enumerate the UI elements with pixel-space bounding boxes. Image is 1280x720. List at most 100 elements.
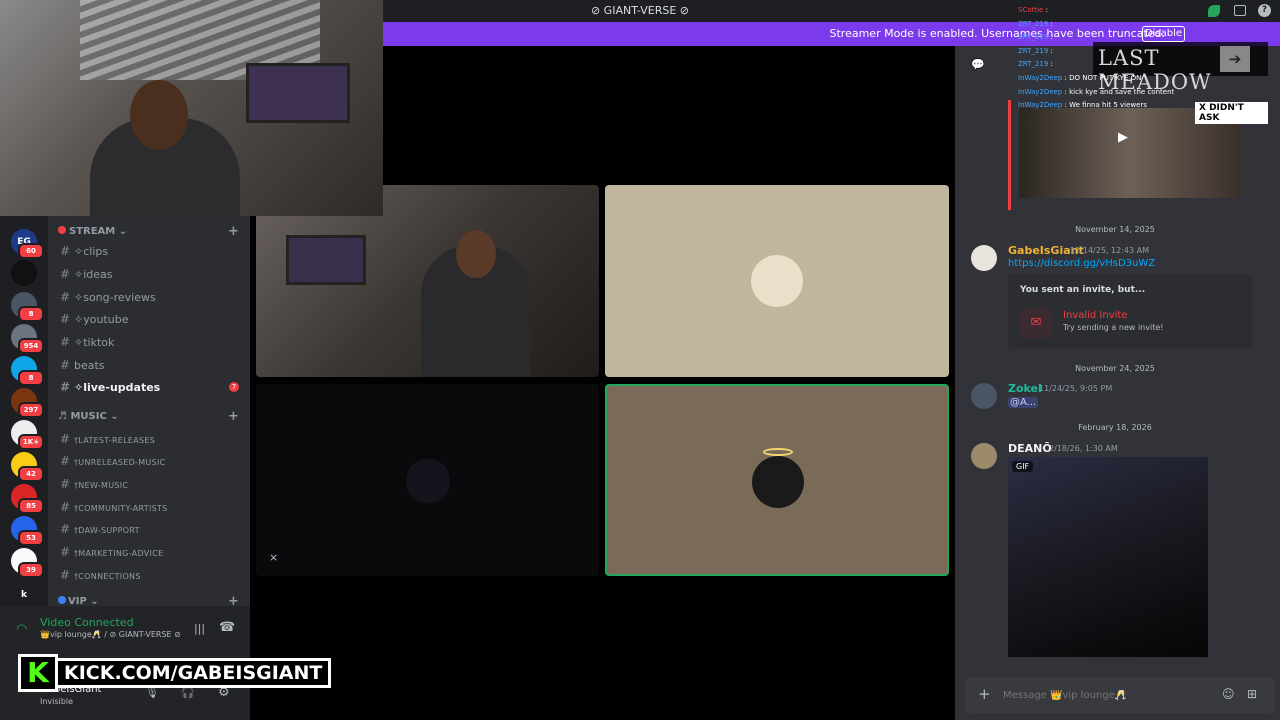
date-divider: February 18, 2026	[1078, 423, 1152, 432]
message-author[interactable]: DEANŌ	[1008, 442, 1052, 455]
hash-icon: #	[60, 432, 71, 446]
face-shape	[130, 80, 188, 150]
voice-channel[interactable]: 👑vip lounge🥂 / ⊘ GIANT-VERSE ⊘	[40, 630, 181, 639]
emoji-icon[interactable]: ☺	[1222, 687, 1235, 701]
channel-label: †LATEST-RELEASES	[74, 436, 156, 445]
channel-youtube[interactable]: # ✧youtube	[60, 312, 128, 326]
overlay-chat-name: ZRT_219	[1018, 47, 1049, 55]
vip-dot-icon	[58, 596, 66, 604]
hash-icon: #	[60, 568, 71, 582]
noise-suppression-icon[interactable]: |||	[194, 622, 205, 635]
channel-song-reviews[interactable]: # ✧song-reviews	[60, 290, 156, 304]
server-badge: 954	[18, 338, 44, 354]
category-music[interactable]: ♬ MUSIC ⌄ +	[58, 409, 239, 424]
add-channel-icon[interactable]: +	[228, 409, 239, 424]
voice-connected-panel: ◠ Video Connected 👑vip lounge🥂 / ⊘ GIANT…	[0, 606, 250, 656]
gif-embed[interactable]	[1008, 457, 1208, 657]
webcam-overlay	[0, 0, 383, 216]
channel-beats[interactable]: # beats	[60, 358, 105, 372]
message-timestamp: 11/24/25, 9:05 PM	[1039, 384, 1113, 393]
server-badge: 1K+	[18, 434, 44, 450]
channel-new-music[interactable]: # †NEW-MUSIC	[60, 477, 128, 491]
invite-card-title: You sent an invite, but...	[1020, 285, 1146, 295]
channel-tiktok[interactable]: # ✧tiktok	[60, 335, 114, 349]
hash-icon: #	[60, 335, 71, 349]
mention[interactable]: @A...	[1008, 397, 1039, 408]
date-divider: November 24, 2025	[1075, 364, 1155, 373]
channel-daw-support[interactable]: # †DAW-SUPPORT	[60, 522, 140, 536]
invite-link[interactable]: https://discord.gg/vHsD3uWZ	[1008, 258, 1155, 269]
face-shape	[456, 230, 496, 278]
user-avatar	[406, 459, 450, 503]
overlay-chat-line: SCottie :	[1018, 6, 1048, 14]
server-badge: 39	[18, 562, 44, 578]
hash-icon: #	[60, 454, 71, 468]
hash-icon: #	[60, 500, 71, 514]
channel-label: ✧ideas	[74, 268, 113, 281]
server-icon[interactable]	[11, 260, 37, 286]
video-tile-user-2[interactable]	[605, 185, 949, 377]
channel-label: ✧clips	[74, 245, 109, 258]
message-input[interactable]	[1003, 686, 1203, 704]
channel-clips[interactable]: # ✧clips	[60, 244, 108, 258]
hash-icon: #	[60, 358, 71, 372]
video-tile-user-3[interactable]: ⨯	[256, 384, 599, 576]
overlay-chat-line: ZRT_219 :	[1018, 47, 1053, 55]
message-reply-icon[interactable]: 💬	[971, 58, 985, 71]
voice-status: Video Connected	[40, 616, 134, 629]
attach-icon[interactable]: +	[978, 685, 991, 703]
channel-label: beats	[74, 359, 105, 372]
server-badge: 42	[18, 466, 44, 482]
video-tile-user-4[interactable]	[605, 384, 949, 576]
server-badge: 8	[18, 306, 44, 322]
overlay-chat-name: SCottie	[1018, 6, 1044, 14]
overlay-tag: X DIDN'T ASK	[1195, 102, 1268, 124]
kick-logo: K	[18, 654, 58, 692]
overlay-chat-line: InWay2Deep : kick kye and save the conte…	[1018, 88, 1175, 96]
category-stream-label: STREAM	[69, 226, 116, 237]
channel-ideas[interactable]: # ✧ideas	[60, 267, 113, 281]
play-icon[interactable]: ▶	[1118, 130, 1128, 145]
kick-url: KICK.COM/GABEISGIANT	[58, 658, 332, 688]
monitor-shape	[246, 63, 350, 123]
channel-latest-releases[interactable]: # †LATEST-RELEASES	[60, 432, 155, 446]
add-channel-icon[interactable]: +	[228, 224, 239, 239]
channel-unreleased-music[interactable]: # †UNRELEASED-MUSIC	[60, 454, 166, 468]
author-avatar[interactable]	[971, 443, 997, 469]
overlay-chat-text: DO NOT PUT KYE ON	[1069, 74, 1142, 82]
disconnect-icon[interactable]: ☎	[219, 620, 235, 635]
author-avatar[interactable]	[971, 245, 997, 271]
hash-icon: #	[60, 380, 71, 394]
stream-dot-icon	[58, 226, 66, 234]
overlay-chat-name: InWay2Deep	[1018, 101, 1063, 109]
server-badge: 8	[18, 370, 44, 386]
overlay-chat-name: ZRT_219	[1018, 20, 1049, 28]
halo-shape	[763, 448, 793, 456]
overlay-chat-name: InWay2Deep	[1018, 74, 1063, 82]
channel-connections[interactable]: # †CONNECTIONS	[60, 568, 141, 582]
overlay-chat-line: InWay2Deep : We finna hit 5 viewers	[1018, 101, 1147, 109]
server-badge: 297	[18, 402, 44, 418]
overlay-chat-name: ZRT_219	[1018, 33, 1049, 41]
category-stream[interactable]: STREAM ⌄ +	[58, 224, 239, 239]
author-avatar[interactable]	[971, 383, 997, 409]
server-icon[interactable]: k	[11, 582, 37, 608]
channel-marketing-advice[interactable]: # †MARKETING-ADVICE	[60, 545, 163, 559]
hash-icon: #	[60, 244, 71, 258]
channel-label: †NEW-MUSIC	[74, 481, 129, 490]
monitor-shape	[286, 235, 366, 285]
channel-live-updates[interactable]: # ✧live-updates	[60, 380, 160, 394]
channel-community-artists[interactable]: # †COMMUNITY-ARTISTS	[60, 500, 168, 514]
apps-icon[interactable]: ⊞	[1247, 687, 1257, 701]
server-badge: 85	[18, 498, 44, 514]
overlay-chat-line: ZRT_219 :	[1018, 60, 1053, 68]
date-divider: November 14, 2025	[1075, 225, 1155, 234]
channel-label: ✧youtube	[74, 313, 129, 326]
channel-label: †DAW-SUPPORT	[74, 526, 140, 535]
overlay-chat-text: kick kye and save the content	[1069, 88, 1175, 96]
hash-icon: #	[60, 522, 71, 536]
overlay-chat-line: ZRT_219 :	[1018, 20, 1053, 28]
hash-icon: #	[60, 290, 71, 304]
overlay-chat-line: InWay2Deep : DO NOT PUT KYE ON	[1018, 74, 1142, 82]
message-author[interactable]: Zokel	[1008, 382, 1042, 395]
